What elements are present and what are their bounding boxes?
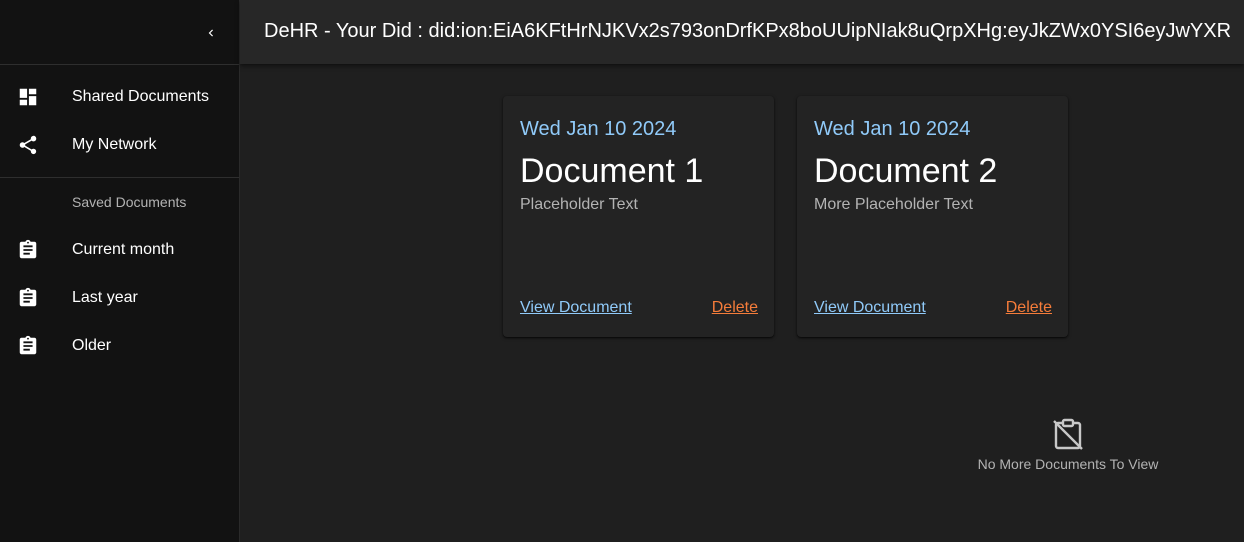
empty-state: No More Documents To View <box>960 418 1176 472</box>
document-title: Document 2 <box>814 152 998 190</box>
clipboard-icon <box>17 287 39 309</box>
view-document-button[interactable]: View Document <box>520 299 632 317</box>
nav-item-shared-documents[interactable]: Shared Documents <box>0 73 239 121</box>
nav-item-older[interactable]: Older <box>0 322 239 370</box>
dashboard-icon <box>17 86 39 108</box>
nav-item-label: Last year <box>72 289 138 306</box>
share-icon <box>17 134 39 156</box>
collapse-sidebar-button[interactable] <box>198 20 224 46</box>
view-document-button[interactable]: View Document <box>814 299 926 317</box>
nav-item-my-network[interactable]: My Network <box>0 121 239 169</box>
document-title: Document 1 <box>520 152 704 190</box>
sidebar: Shared Documents My Network Saved Docume… <box>0 0 240 542</box>
clipboard-icon <box>17 239 39 261</box>
delete-document-button[interactable]: Delete <box>1006 299 1052 317</box>
nav-item-current-month[interactable]: Current month <box>0 226 239 274</box>
document-date: Wed Jan 10 2024 <box>520 118 677 140</box>
chevron-left-icon <box>208 29 213 37</box>
document-card: Wed Jan 10 2024 Document 2 More Placehol… <box>797 96 1068 337</box>
empty-state-text: No More Documents To View <box>977 456 1159 472</box>
clipboard-off-icon <box>1053 418 1083 450</box>
page-title: DeHR - Your Did : did:ion:EiA6KFtHrNJKVx… <box>264 20 1232 42</box>
nav-item-label: Current month <box>72 241 175 258</box>
nav-item-label: My Network <box>72 136 157 153</box>
saved-documents-header: Saved Documents <box>72 194 187 210</box>
saved-nav: Current month Last year Older <box>0 226 239 378</box>
document-date: Wed Jan 10 2024 <box>814 118 971 140</box>
app-root: Shared Documents My Network Saved Docume… <box>0 0 1244 542</box>
sidebar-header <box>0 0 239 65</box>
document-description: More Placeholder Text <box>814 196 973 213</box>
primary-nav: Shared Documents My Network <box>0 65 239 177</box>
nav-item-label: Shared Documents <box>72 88 209 105</box>
app-bar: DeHR - Your Did : did:ion:EiA6KFtHrNJKVx… <box>240 0 1244 64</box>
nav-item-last-year[interactable]: Last year <box>0 274 239 322</box>
delete-document-button[interactable]: Delete <box>712 299 758 317</box>
nav-item-label: Older <box>72 337 112 354</box>
document-description: Placeholder Text <box>520 196 638 213</box>
clipboard-icon <box>17 335 39 357</box>
document-card: Wed Jan 10 2024 Document 1 Placeholder T… <box>503 96 774 337</box>
